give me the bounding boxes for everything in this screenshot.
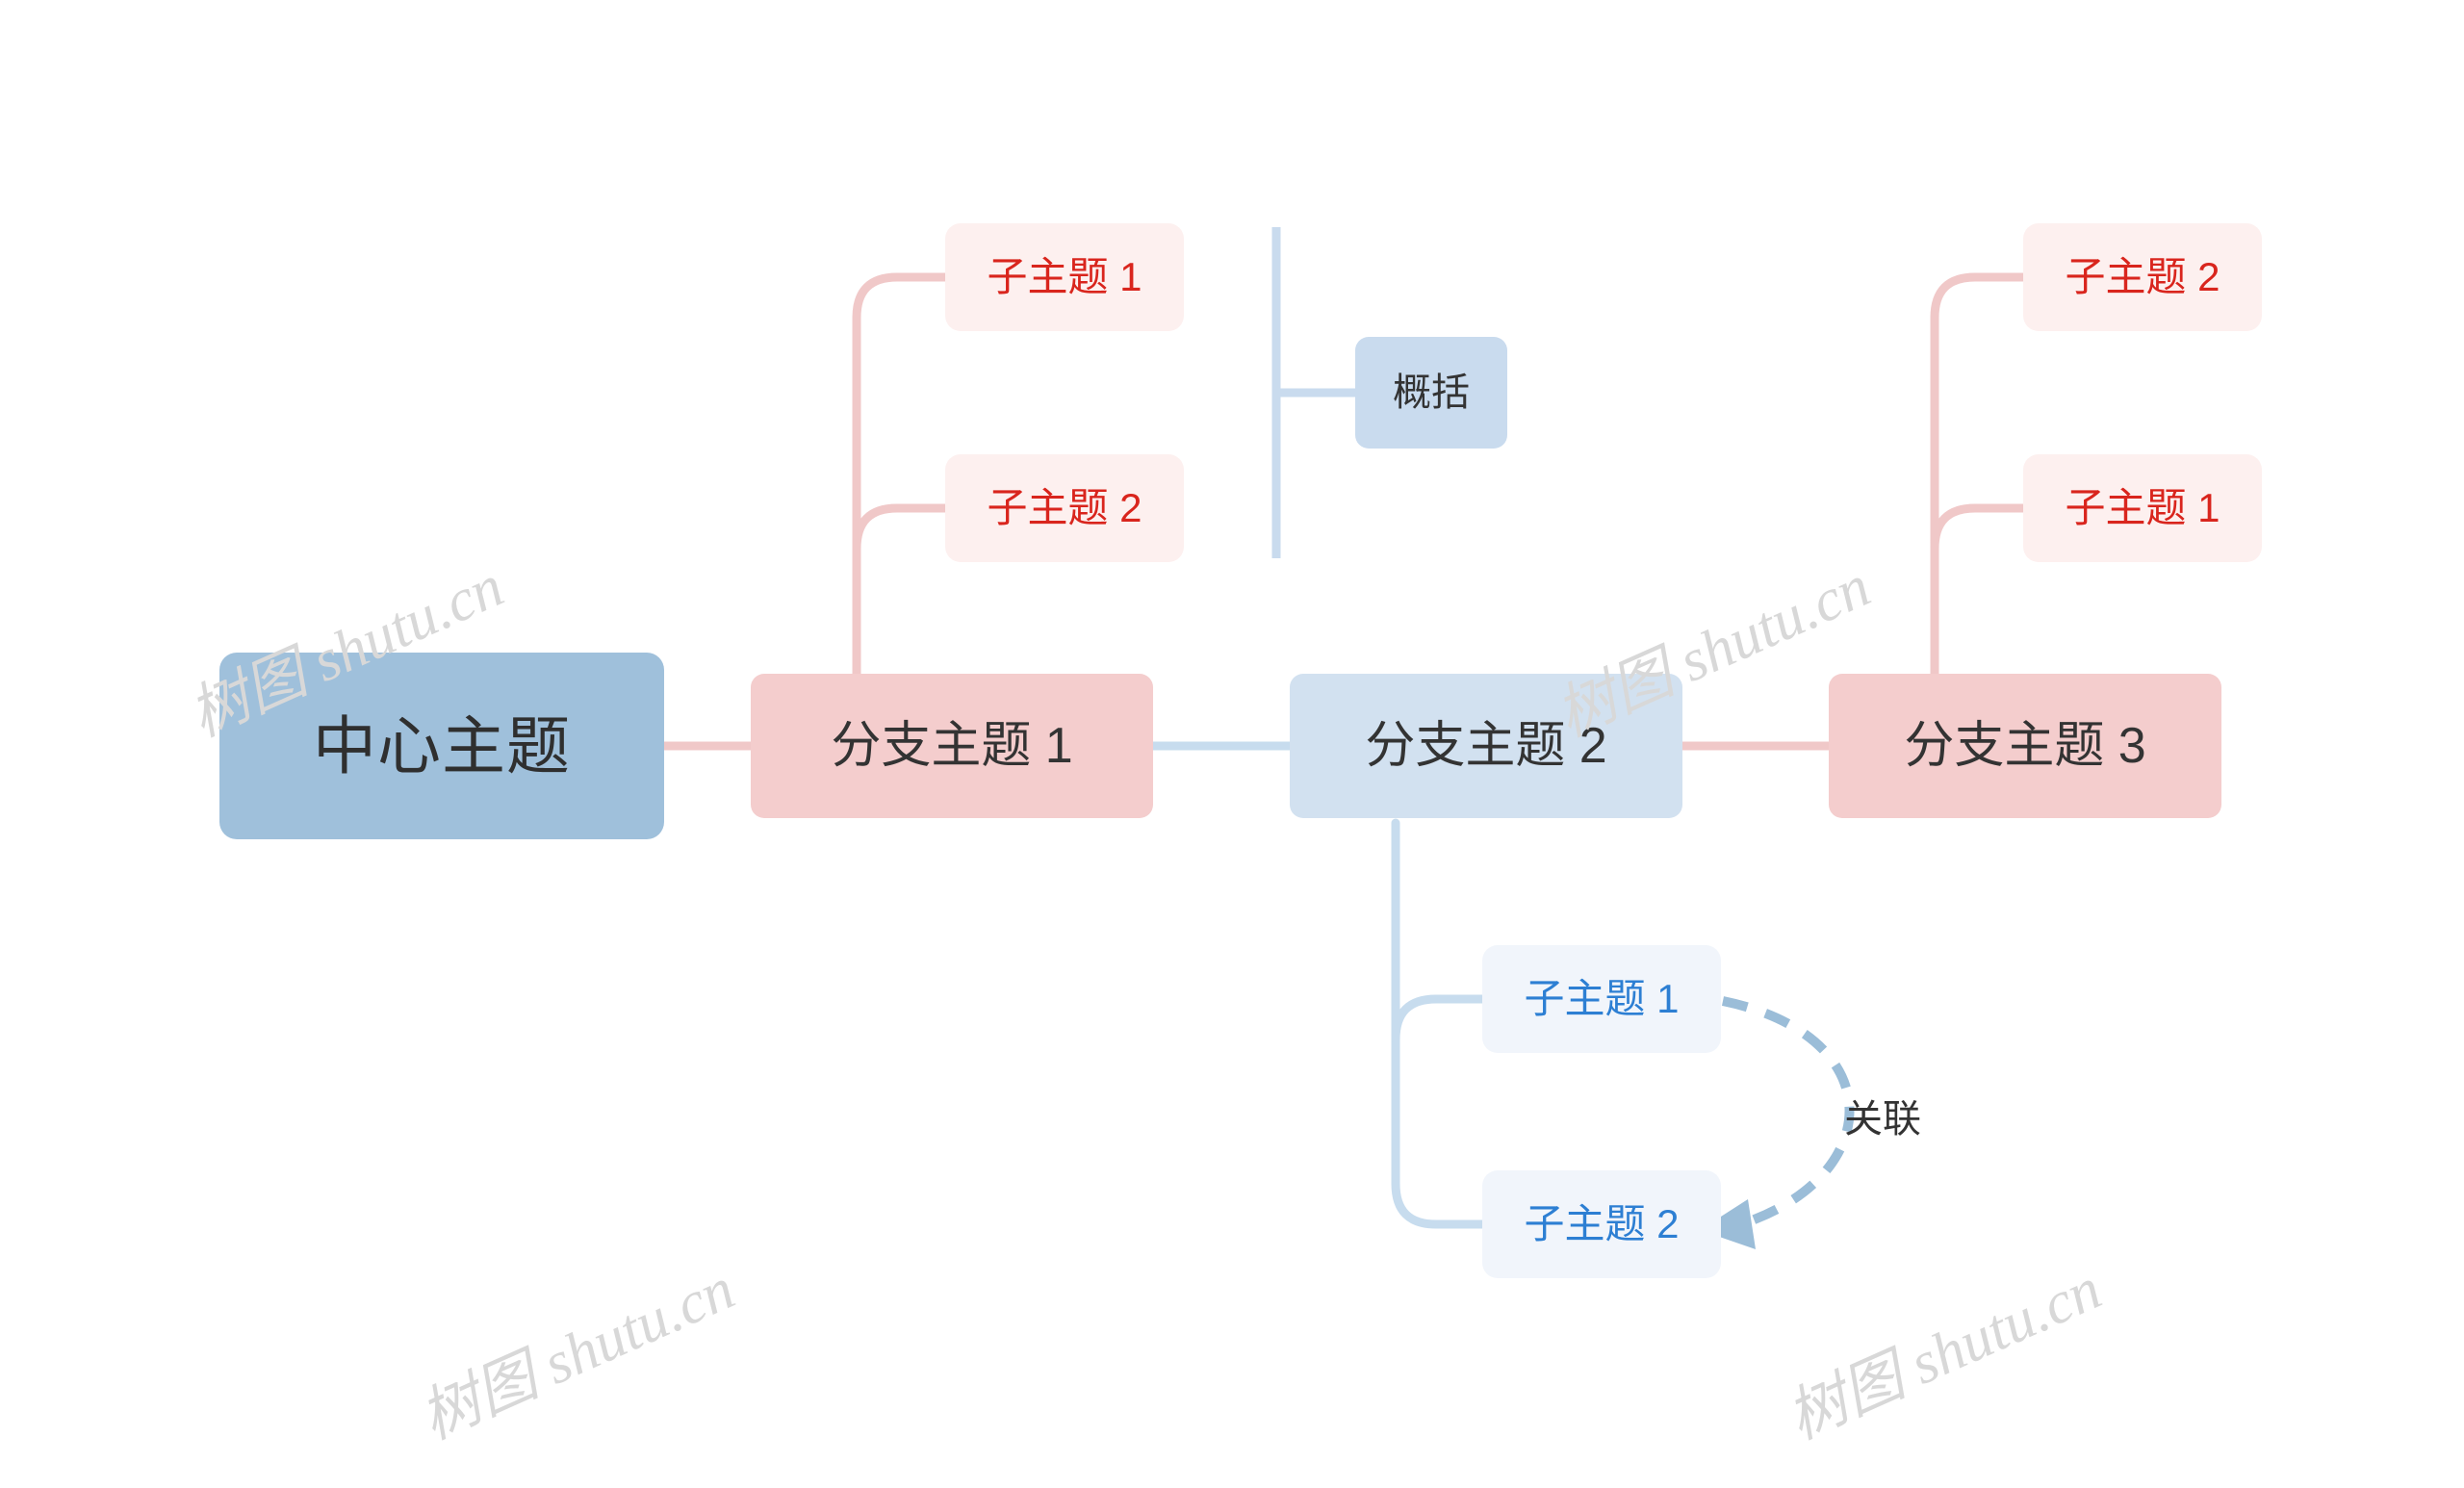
watermark-text: 树图 shutu.cn: [1778, 1255, 2111, 1452]
node-branch-1-sub-2[interactable]: 子主题 2: [945, 454, 1184, 562]
node-branch-2-sub-2-label: 子主题 2: [1524, 1201, 1680, 1246]
edge-branch1-sub2: [852, 503, 950, 553]
node-branch-1[interactable]: 分支主题 1: [751, 674, 1153, 818]
relation-label[interactable]: 关联: [1844, 1088, 1921, 1143]
node-branch-3-sub-2[interactable]: 子主题 1: [2023, 454, 2262, 562]
node-branch-1-sub-2-label: 子主题 2: [987, 485, 1142, 530]
edge-branch2-trunk: [1391, 818, 1487, 1229]
node-branch-1-sub-1[interactable]: 子主题 1: [945, 223, 1184, 331]
edge-branch3-sub2: [1930, 503, 2028, 553]
node-branch-3-sub-1[interactable]: 子主题 2: [2023, 223, 2262, 331]
edge-branch1-trunk: [852, 272, 950, 712]
edge-branch2-sub1: [1391, 994, 1487, 1044]
node-branch-3-sub-2-label: 子主题 1: [2065, 485, 2220, 530]
node-branch-2-sub-2[interactable]: 子主题 2: [1482, 1170, 1721, 1278]
edge-branch3-trunk: [1930, 272, 2028, 712]
node-summary[interactable]: 概括: [1355, 337, 1507, 449]
node-branch-1-label: 分支主题 1: [831, 718, 1073, 774]
node-branch-3-label: 分支主题 3: [1904, 718, 2146, 774]
node-branch-2-sub-1-label: 子主题 1: [1524, 976, 1680, 1021]
mindmap-canvas: 树图 shutu.cn 树图 shutu.cn 树图 shutu.cn 树图 s…: [0, 0, 2464, 1488]
relation-edge: [1721, 996, 1855, 1225]
watermark-text: 树图 shutu.cn: [411, 1255, 744, 1452]
node-branch-3[interactable]: 分支主题 3: [1829, 674, 2221, 818]
node-branch-2-sub-1[interactable]: 子主题 1: [1482, 945, 1721, 1053]
node-branch-2-label: 分支主题 2: [1365, 718, 1607, 774]
node-branch-2[interactable]: 分支主题 2: [1290, 674, 1682, 818]
node-branch-1-sub-1-label: 子主题 1: [987, 254, 1142, 299]
node-summary-label: 概括: [1393, 372, 1470, 414]
node-central-topic[interactable]: 中心主题: [219, 653, 664, 839]
node-central-topic-label: 中心主题: [313, 710, 571, 782]
node-branch-3-sub-1-label: 子主题 2: [2065, 254, 2220, 299]
